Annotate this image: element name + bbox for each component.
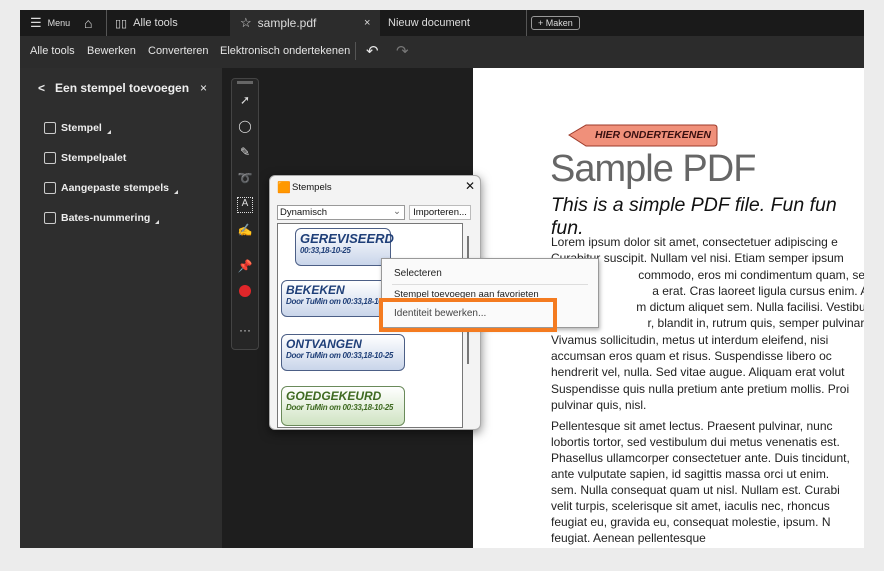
text-line: Lorem ipsum dolor sit amet, consectetuer…	[551, 235, 838, 249]
stamp-detail: Door TuMin om 00:33,18-10-25	[286, 403, 394, 412]
create-button[interactable]: + Maken	[526, 10, 580, 36]
stamp-approved[interactable]: GOEDGEKEURD Door TuMin om 00:33,18-10-25	[281, 386, 405, 426]
import-button[interactable]: Importeren...	[409, 205, 471, 220]
menu-button[interactable]: ☰ Menu	[30, 10, 70, 36]
text-line: hendrerit vel, nulla. Sed vitae augue. A…	[551, 365, 845, 380]
sidebar-item-bates[interactable]: Bates-nummering	[44, 212, 160, 224]
stamp-received[interactable]: ONTVANGEN Door TuMin om 00:33,18-10-25	[281, 334, 405, 371]
stamp-reviewed[interactable]: GEREVISEERD 00:33,18-10-25	[295, 228, 394, 266]
sidebar-item-stamp-palette[interactable]: Stempelpalet	[44, 152, 126, 164]
title-bar: ☰ Menu ⌂ ▯▯ Alle tools ☆ sample.pdf × Nieuw…	[20, 10, 864, 36]
stamp-detail: 00:33,18-10-25	[300, 246, 351, 255]
all-tools-label: Alle tools	[133, 17, 178, 29]
text-line: sem. Nulla consequat quam ut nisl. Nulla…	[551, 483, 840, 497]
stamp-title: GEREVISEERD	[300, 231, 394, 246]
text-line: feugiat. Aenean pellentesque	[551, 531, 706, 545]
text-line: Pellentesque sit amet lectus. Praesent p…	[551, 419, 833, 433]
pin-icon[interactable]: 📌	[237, 259, 253, 275]
stamp-title: ONTVANGEN	[286, 337, 362, 351]
text-line: Suspendisse quis nulla pretium ante pret…	[551, 381, 850, 396]
tab-new-document[interactable]: Nieuw document	[388, 10, 470, 36]
submenu-indicator-icon	[106, 130, 111, 134]
text-line: velit turpis, scelerisque sit amet, iacu…	[551, 499, 830, 513]
sign-here-label: HIER ONDERTEKENEN	[595, 129, 711, 141]
drag-handle[interactable]	[237, 81, 253, 84]
text-line: Phasellus ullamcorper consectetuer ante.…	[551, 451, 850, 465]
menu-separator	[392, 284, 588, 285]
stamp-palette-icon	[44, 152, 56, 164]
submenu-indicator-icon	[155, 220, 160, 224]
quick-tools: ➚ ◯ ✎ ➰ A ✍ 📌 ···	[231, 78, 259, 350]
tab-sample-pdf[interactable]: ☆ sample.pdf ×	[230, 10, 380, 36]
item-label: Stempel	[61, 122, 102, 134]
more-icon[interactable]: ···	[237, 323, 253, 339]
menu-esign[interactable]: Elektronisch ondertekenen	[220, 45, 350, 57]
custom-stamp-icon	[44, 182, 56, 194]
text-line: ante vulputate sapien, id sagittis massa…	[551, 467, 830, 481]
record-icon[interactable]	[239, 285, 251, 297]
text-line: accumsan eros quam et risus. Suspendisse…	[551, 349, 832, 364]
tab-label: sample.pdf	[257, 16, 317, 30]
divider	[355, 42, 356, 60]
submenu-indicator-icon	[173, 190, 178, 194]
text-line: Vivamus sollicitudin, metus ut interdum …	[551, 332, 829, 347]
close-dialog-icon[interactable]: ✕	[465, 179, 475, 193]
highlight-box	[379, 298, 557, 332]
pen-icon[interactable]: ✎	[237, 145, 253, 161]
category-select[interactable]: Dynamisch ⌄	[277, 205, 405, 220]
comment-icon[interactable]: ◯	[237, 119, 253, 135]
all-tools-tab[interactable]: ▯▯ Alle tools	[106, 10, 178, 36]
stamp-icon	[44, 122, 56, 134]
hamburger-icon: ☰	[30, 15, 42, 30]
close-tab-icon[interactable]: ×	[364, 10, 370, 36]
text-line: feugiat eu, gravida eu, consequat molest…	[551, 515, 831, 529]
sidebar-item-stamp[interactable]: Stempel	[44, 122, 111, 134]
stamp-app-icon: 🟧	[277, 182, 291, 194]
item-label: Bates-nummering	[61, 212, 151, 224]
paragraph-2: Pellentesque sit amet lectus. Praesent p…	[551, 418, 864, 546]
menu-bar: Alle tools Bewerken Converteren Elektron…	[20, 36, 864, 68]
create-label: Maken	[545, 18, 573, 28]
category-value: Dynamisch	[280, 207, 327, 218]
text-line: lobortis tortor, sed vestibulum dui metu…	[551, 435, 840, 449]
undo-icon[interactable]: ↶	[366, 42, 379, 60]
menu-all-tools[interactable]: Alle tools	[30, 45, 75, 57]
menu-item-select[interactable]: Selecteren	[394, 268, 442, 279]
document-icon	[44, 212, 56, 224]
close-panel-icon[interactable]: ×	[200, 81, 207, 95]
menu-edit[interactable]: Bewerken	[87, 45, 136, 57]
dialog-title: Stempels	[292, 182, 332, 193]
document-title: Sample PDF	[550, 148, 756, 190]
stamp-panel: < Een stempel toevoegen × Stempel Stempel…	[20, 68, 222, 548]
tools-icon: ▯▯	[115, 17, 128, 30]
lasso-icon[interactable]: ➰	[237, 171, 253, 187]
stamp-title: GOEDGEKEURD	[286, 389, 382, 403]
back-icon[interactable]: <	[38, 81, 45, 95]
item-label: Stempelpalet	[61, 152, 127, 164]
redo-icon[interactable]: ↷	[396, 42, 409, 60]
panel-header: < Een stempel toevoegen	[38, 81, 189, 95]
panel-title: Een stempel toevoegen	[55, 81, 190, 95]
home-icon[interactable]: ⌂	[84, 10, 92, 36]
text-line: pulvinar quis, nisl.	[551, 397, 647, 412]
menu-convert[interactable]: Converteren	[148, 45, 209, 57]
chevron-down-icon: ⌄	[393, 206, 401, 217]
stamp-detail: Door TuMin om 00:33,18-10-25	[286, 351, 394, 360]
sidebar-item-custom-stamps[interactable]: Aangepaste stempels	[44, 182, 178, 194]
signature-icon[interactable]: ✍	[237, 223, 253, 239]
plus-icon: +	[538, 18, 546, 28]
menu-label: Menu	[47, 18, 71, 28]
select-cursor-icon[interactable]: ➚	[237, 93, 253, 109]
text-select-icon[interactable]: A	[237, 197, 253, 213]
star-icon: ☆	[240, 15, 252, 30]
menu-item-add-favorite[interactable]: Stempel toevoegen aan favorieten	[394, 289, 539, 298]
item-label: Aangepaste stempels	[61, 182, 169, 194]
